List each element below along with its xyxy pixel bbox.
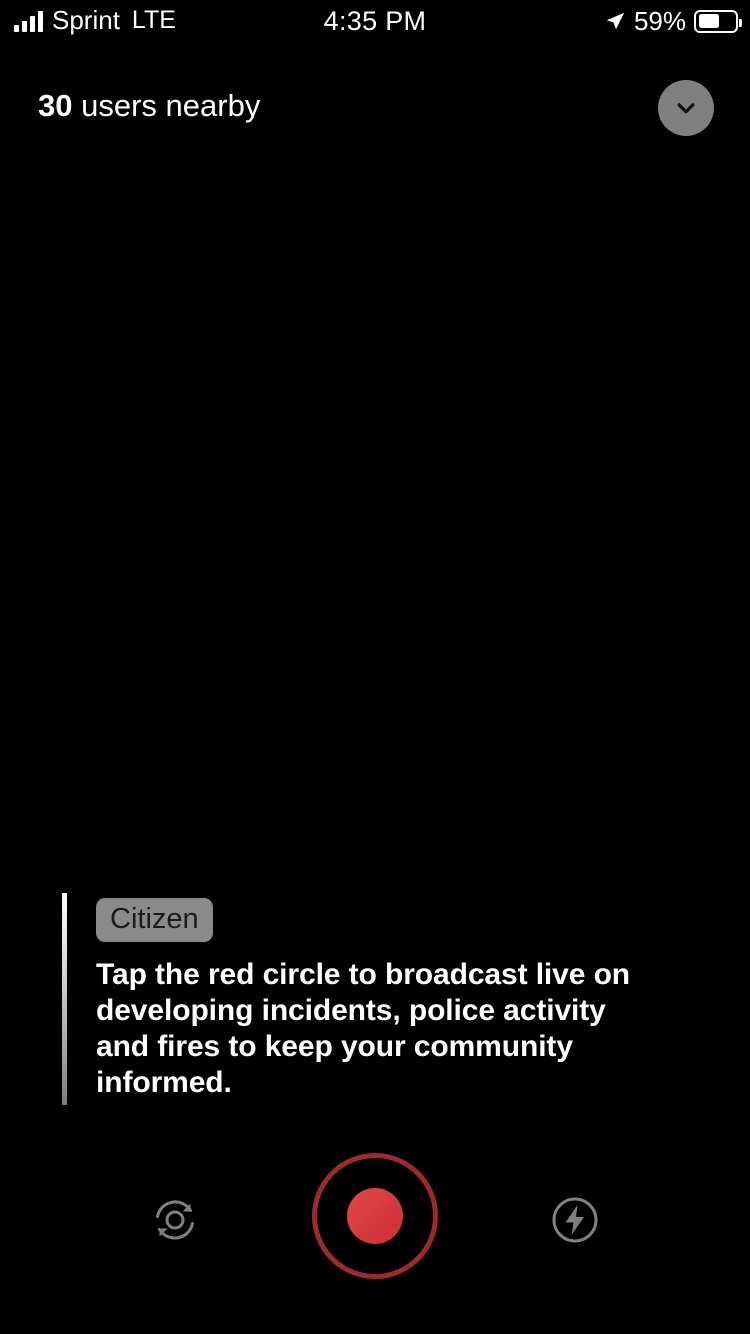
camera-controls <box>0 1145 750 1295</box>
app-name-badge: Citizen <box>96 898 213 942</box>
nearby-users-count: 30 <box>38 88 73 123</box>
flash-icon <box>552 1197 598 1243</box>
record-button-icon <box>347 1188 403 1244</box>
header: 30 users nearby <box>0 70 750 150</box>
flip-camera-button[interactable] <box>115 1145 235 1295</box>
collapse-button[interactable] <box>658 80 714 136</box>
chevron-down-icon <box>677 103 695 114</box>
camera-flip-icon <box>156 1200 194 1240</box>
flash-button[interactable] <box>515 1145 635 1295</box>
location-arrow-icon <box>606 12 625 30</box>
status-bar-right: 59% <box>604 6 742 36</box>
status-bar: Sprint LTE 4:35 PM 59% <box>0 0 750 48</box>
battery-percent-label: 59% <box>633 6 686 36</box>
nearby-users-label: 30 users nearby <box>38 88 260 124</box>
record-button[interactable] <box>312 1153 438 1279</box>
tip-accent-bar <box>62 893 67 1105</box>
camera-broadcast-screen: Sprint LTE 4:35 PM 59% 30 users nearby C… <box>0 0 750 1334</box>
nearby-users-text: users nearby <box>81 88 261 123</box>
tip-body-text: Tap the red circle to broadcast live on … <box>96 958 631 1099</box>
battery-icon <box>694 9 742 33</box>
tip-card: Citizen Tap the red circle to broadcast … <box>58 893 678 1105</box>
